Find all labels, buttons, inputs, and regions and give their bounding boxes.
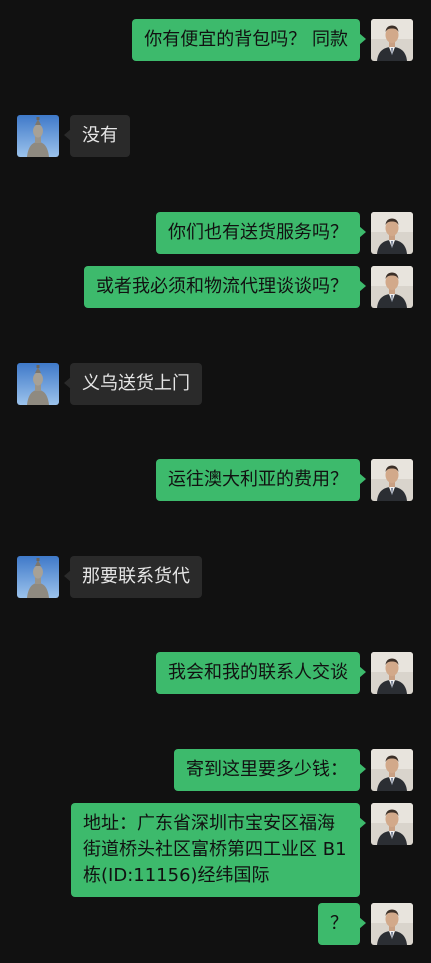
message-bubble[interactable]: 我会和我的联系人交谈 [156, 652, 366, 694]
message-row: 地址：广东省深圳市宝安区福海街道桥头社区富桥第四工业区 B1 栋(ID:1115… [0, 803, 431, 897]
message-bubble[interactable]: 没有 [64, 115, 130, 157]
message-row: 没有 [0, 115, 431, 175]
man-in-suit-avatar[interactable] [371, 212, 413, 254]
message-row: 你们也有送货服务吗？ [0, 212, 431, 272]
message-bubble[interactable]: 你们也有送货服务吗？ [156, 212, 366, 254]
message-row: 义乌送货上门 [0, 363, 431, 423]
man-in-suit-avatar[interactable] [371, 19, 413, 61]
message-bubble[interactable]: 地址：广东省深圳市宝安区福海街道桥头社区富桥第四工业区 B1 栋(ID:1115… [71, 803, 366, 897]
message-row: 寄到这里要多少钱： [0, 749, 431, 809]
statue-avatar[interactable] [17, 115, 59, 157]
man-in-suit-avatar[interactable] [371, 459, 413, 501]
message-row: ？ [0, 903, 431, 963]
message-row: 运往澳大利亚的费用？ [0, 459, 431, 519]
message-bubble[interactable]: 寄到这里要多少钱： [174, 749, 366, 791]
man-in-suit-avatar[interactable] [371, 803, 413, 845]
man-in-suit-avatar[interactable] [371, 652, 413, 694]
statue-avatar[interactable] [17, 363, 59, 405]
message-bubble[interactable]: 或者我必须和物流代理谈谈吗？ [84, 266, 366, 308]
message-row: 或者我必须和物流代理谈谈吗？ [0, 266, 431, 326]
message-bubble[interactable]: 那要联系货代 [64, 556, 202, 598]
message-bubble[interactable]: 你有便宜的背包吗？ 同款 [132, 19, 366, 61]
man-in-suit-avatar[interactable] [371, 266, 413, 308]
man-in-suit-avatar[interactable] [371, 749, 413, 791]
man-in-suit-avatar[interactable] [371, 903, 413, 945]
chat-conversation: 你有便宜的背包吗？ 同款 没有 你们也有送货服务吗？ 或者我必须和物流代理谈谈吗… [0, 0, 431, 955]
message-bubble[interactable]: ？ [318, 903, 366, 945]
message-row: 那要联系货代 [0, 556, 431, 616]
message-row: 我会和我的联系人交谈 [0, 652, 431, 712]
message-row: 你有便宜的背包吗？ 同款 [0, 19, 431, 79]
message-bubble[interactable]: 义乌送货上门 [64, 363, 202, 405]
message-bubble[interactable]: 运往澳大利亚的费用？ [156, 459, 366, 501]
statue-avatar[interactable] [17, 556, 59, 598]
